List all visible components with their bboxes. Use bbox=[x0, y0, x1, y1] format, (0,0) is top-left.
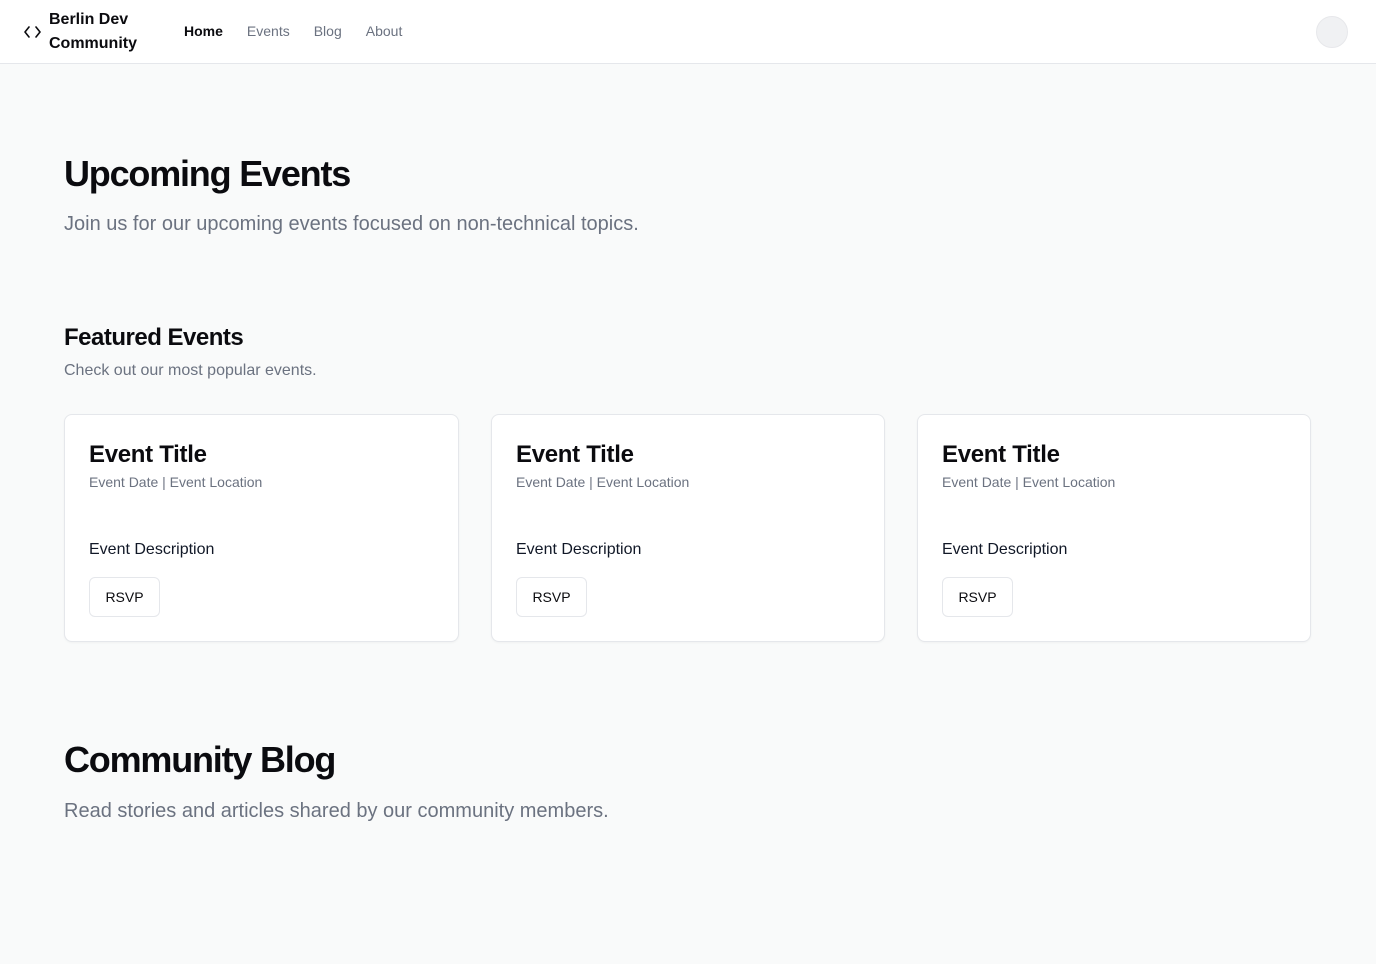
rsvp-button[interactable]: RSVP bbox=[942, 577, 1013, 617]
blog-subtitle: Read stories and articles shared by our … bbox=[64, 800, 609, 822]
site-header: Berlin Dev Community Home Events Blog Ab… bbox=[0, 0, 1376, 64]
rsvp-button[interactable]: RSVP bbox=[89, 577, 160, 617]
event-title: Event Title bbox=[89, 441, 207, 468]
brand-link[interactable]: Berlin Dev Community bbox=[24, 8, 149, 56]
nav-home[interactable]: Home bbox=[184, 21, 223, 41]
blog-title: Community Blog bbox=[64, 739, 336, 780]
nav-about[interactable]: About bbox=[366, 21, 403, 41]
featured-events-title: Featured Events bbox=[64, 324, 244, 351]
event-description: Event Description bbox=[516, 541, 642, 558]
event-cards: Event Title Event Date | Event Location … bbox=[64, 414, 1311, 642]
code-icon bbox=[24, 25, 41, 39]
nav-blog[interactable]: Blog bbox=[314, 21, 342, 41]
event-card: Event Title Event Date | Event Location … bbox=[917, 414, 1311, 642]
event-description: Event Description bbox=[942, 541, 1068, 558]
event-card: Event Title Event Date | Event Location … bbox=[491, 414, 885, 642]
nav-events[interactable]: Events bbox=[247, 21, 290, 41]
main-nav: Home Events Blog About bbox=[184, 21, 402, 41]
event-card: Event Title Event Date | Event Location … bbox=[64, 414, 459, 642]
featured-events-subtitle: Check out our most popular events. bbox=[64, 362, 317, 379]
event-description: Event Description bbox=[89, 541, 215, 558]
event-meta: Event Date | Event Location bbox=[516, 474, 690, 490]
user-avatar[interactable] bbox=[1316, 16, 1348, 48]
event-meta: Event Date | Event Location bbox=[942, 474, 1116, 490]
brand-name: Berlin Dev Community bbox=[49, 11, 137, 52]
event-title: Event Title bbox=[942, 441, 1060, 468]
event-title: Event Title bbox=[516, 441, 634, 468]
event-meta: Event Date | Event Location bbox=[89, 474, 263, 490]
page-title: Upcoming Events bbox=[64, 153, 351, 194]
page-subtitle: Join us for our upcoming events focused … bbox=[64, 213, 639, 235]
rsvp-button[interactable]: RSVP bbox=[516, 577, 587, 617]
